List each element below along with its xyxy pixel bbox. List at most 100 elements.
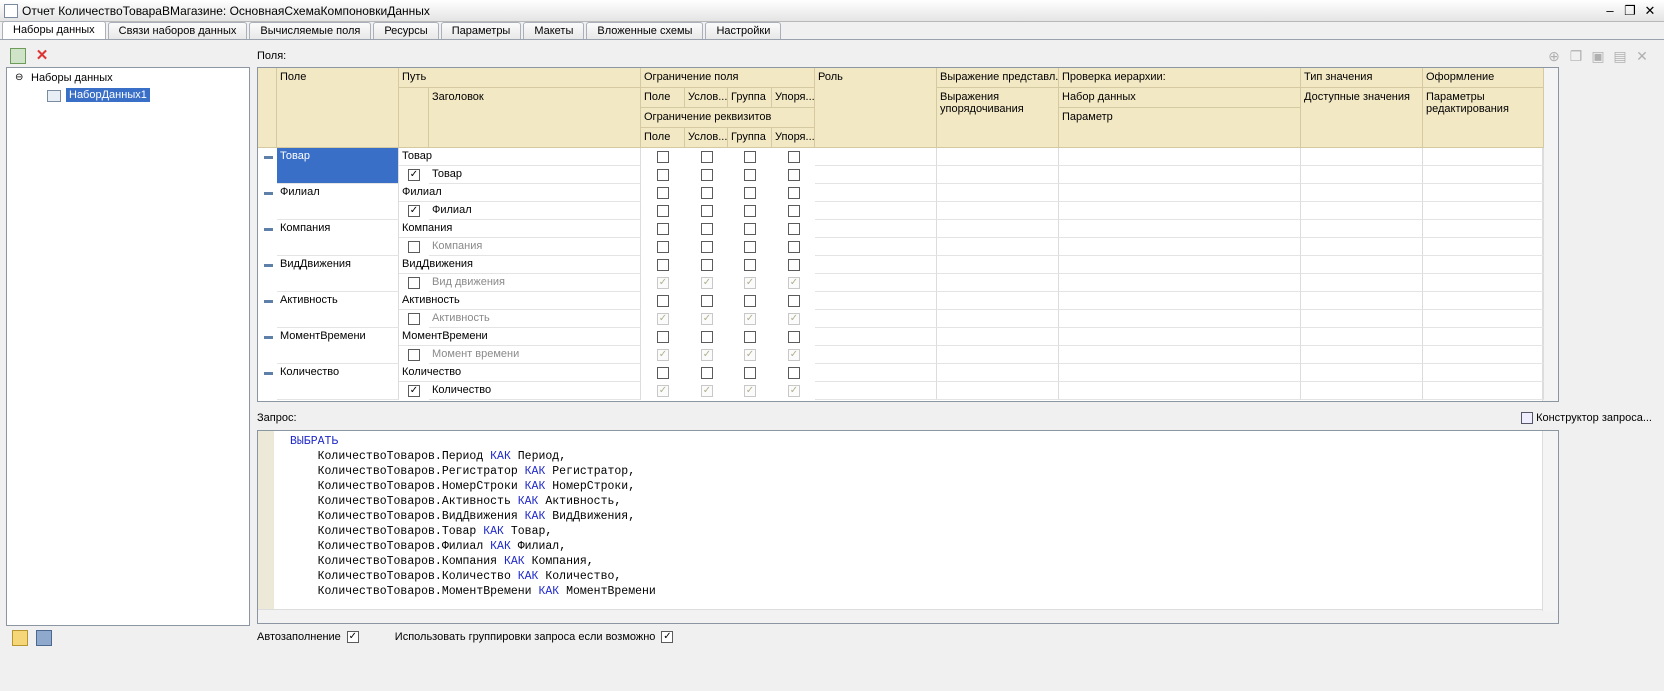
restriction-checkbox[interactable]: ✓ (701, 313, 713, 325)
row-cell[interactable] (1301, 292, 1423, 310)
open-file-icon[interactable] (12, 630, 28, 646)
row-cell[interactable] (1059, 382, 1301, 400)
collapse-icon[interactable]: ⊖ (15, 72, 23, 83)
header-rol[interactable]: Роль (815, 68, 937, 148)
restriction-checkbox[interactable] (701, 187, 713, 199)
restriction-checkbox[interactable]: ✓ (657, 349, 669, 361)
row-cell[interactable] (1301, 274, 1423, 292)
tab-0[interactable]: Наборы данных (2, 21, 106, 39)
restriction-checkbox[interactable] (701, 367, 713, 379)
use-title-checkbox[interactable]: ✓ (408, 169, 420, 181)
row-cell[interactable] (815, 166, 937, 184)
row-cell[interactable] (937, 148, 1059, 166)
row-cell[interactable] (1059, 292, 1301, 310)
row-cell[interactable] (815, 328, 937, 346)
restriction-checkbox[interactable] (701, 223, 713, 235)
tree-item-dataset[interactable]: НаборДанных1 (66, 88, 150, 102)
row-cell[interactable] (937, 310, 1059, 328)
row-cell[interactable] (815, 184, 937, 202)
row-pole[interactable]: Активность (277, 292, 399, 328)
row-title[interactable]: Количество (429, 382, 641, 400)
row-cell[interactable] (1301, 148, 1423, 166)
row-cell[interactable] (1301, 202, 1423, 220)
row-cell[interactable] (1423, 220, 1544, 238)
restriction-checkbox[interactable] (701, 259, 713, 271)
row-cell[interactable] (815, 220, 937, 238)
add-folder-icon[interactable]: ▣ (1590, 48, 1606, 64)
add-dataset-icon[interactable] (10, 48, 26, 64)
row-cell[interactable] (1423, 346, 1544, 364)
row-cell[interactable] (815, 346, 937, 364)
restriction-checkbox[interactable] (701, 205, 713, 217)
restriction-checkbox[interactable] (788, 187, 800, 199)
row-cell[interactable] (1059, 274, 1301, 292)
header-parametr[interactable]: Параметр (1059, 108, 1301, 148)
restriction-checkbox[interactable] (788, 241, 800, 253)
row-cell[interactable] (937, 238, 1059, 256)
row-collapse-icon[interactable] (264, 336, 273, 339)
header-sub2-2[interactable]: Группа (728, 128, 772, 148)
row-pole[interactable]: Количество (277, 364, 399, 400)
row-collapse-icon[interactable] (264, 372, 273, 375)
restriction-checkbox[interactable]: ✓ (744, 277, 756, 289)
row-cell[interactable] (1059, 184, 1301, 202)
restriction-checkbox[interactable]: ✓ (744, 349, 756, 361)
row-cell[interactable] (1423, 184, 1544, 202)
tab-6[interactable]: Вложенные схемы (586, 22, 704, 39)
restriction-checkbox[interactable] (788, 223, 800, 235)
row-put[interactable]: Филиал (399, 184, 641, 202)
restriction-checkbox[interactable] (744, 241, 756, 253)
header-nabor[interactable]: Набор данных (1059, 88, 1301, 108)
header-zagolovok[interactable]: Заголовок (429, 88, 641, 148)
autofill-checkbox[interactable]: ✓ (346, 631, 359, 643)
row-collapse-icon[interactable] (264, 156, 273, 159)
row-collapse-icon[interactable] (264, 264, 273, 267)
restriction-checkbox[interactable] (657, 367, 669, 379)
restriction-checkbox[interactable] (744, 187, 756, 199)
row-cell[interactable] (1301, 382, 1423, 400)
restriction-checkbox[interactable]: ✓ (701, 385, 713, 397)
restriction-checkbox[interactable]: ✓ (657, 277, 669, 289)
header-put[interactable]: Путь (399, 68, 641, 88)
restriction-checkbox[interactable]: ✓ (701, 277, 713, 289)
query-text[interactable]: ВЫБРАТЬ КоличествоТоваров.Период КАК Пер… (290, 434, 656, 599)
row-title[interactable]: Филиал (429, 202, 641, 220)
row-cell[interactable] (1059, 346, 1301, 364)
query-editor[interactable]: ВЫБРАТЬ КоличествоТоваров.Период КАК Пер… (257, 430, 1559, 624)
restriction-checkbox[interactable]: ✓ (744, 385, 756, 397)
row-cell[interactable] (1301, 256, 1423, 274)
header-tip[interactable]: Тип значения (1301, 68, 1423, 88)
row-cell[interactable] (815, 382, 937, 400)
row-cell[interactable] (1301, 364, 1423, 382)
restriction-checkbox[interactable] (788, 151, 800, 163)
row-cell[interactable] (1423, 238, 1544, 256)
minimize-button[interactable]: – (1600, 2, 1620, 19)
delete-icon[interactable]: ✕ (34, 48, 50, 64)
row-cell[interactable] (1059, 166, 1301, 184)
restriction-checkbox[interactable] (657, 169, 669, 181)
row-put[interactable]: Компания (399, 220, 641, 238)
use-title-checkbox[interactable] (408, 313, 420, 325)
row-cell[interactable] (1059, 148, 1301, 166)
header-ogr-rekv[interactable]: Ограничение реквизитов (641, 108, 815, 128)
restriction-checkbox[interactable] (701, 295, 713, 307)
restriction-checkbox[interactable]: ✓ (657, 385, 669, 397)
restriction-checkbox[interactable] (788, 259, 800, 271)
tab-7[interactable]: Настройки (705, 22, 782, 39)
restriction-checkbox[interactable]: ✓ (744, 313, 756, 325)
tab-1[interactable]: Связи наборов данных (107, 22, 248, 39)
row-cell[interactable] (815, 292, 937, 310)
row-cell[interactable] (1059, 220, 1301, 238)
row-put[interactable]: Товар (399, 148, 641, 166)
restriction-checkbox[interactable] (744, 367, 756, 379)
row-pole[interactable]: МоментВремени (277, 328, 399, 364)
row-pole[interactable]: Компания (277, 220, 399, 256)
row-collapse-icon[interactable] (264, 192, 273, 195)
restriction-checkbox[interactable] (788, 205, 800, 217)
row-cell[interactable] (1423, 382, 1544, 400)
restriction-checkbox[interactable] (744, 169, 756, 181)
row-cell[interactable] (937, 382, 1059, 400)
row-cell[interactable] (1423, 364, 1544, 382)
header-sub2-1[interactable]: Услов... (685, 128, 728, 148)
use-title-checkbox[interactable] (408, 277, 420, 289)
